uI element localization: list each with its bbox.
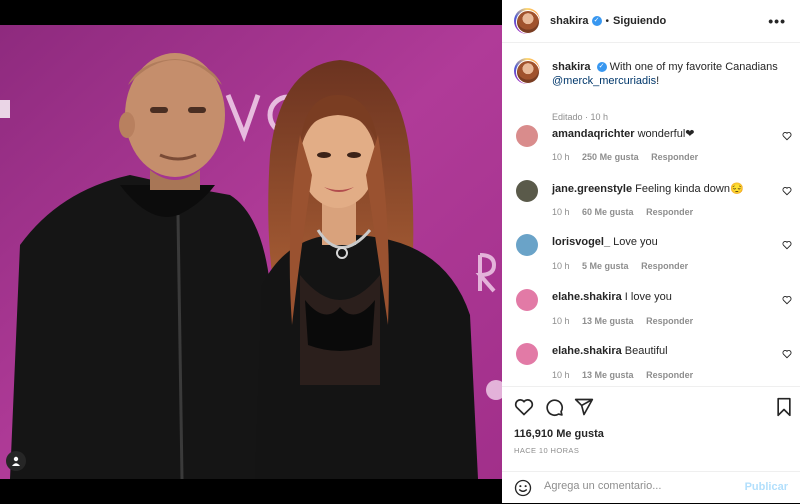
comment-text: Beautiful <box>624 345 668 357</box>
comment-username[interactable]: elahe.shakira <box>552 291 622 303</box>
heart-icon[interactable] <box>514 397 534 417</box>
comment-meta: 10 h 60 Me gusta Responder <box>552 207 703 217</box>
caption-mention-link[interactable]: @merck_mercuriadis <box>552 75 656 87</box>
comment-body: elahe.shakira Beautiful <box>552 345 772 357</box>
caption-body: With one of my favorite Canadians <box>609 61 778 73</box>
comment-username[interactable]: lorisvogel_ <box>552 236 610 248</box>
comment-username[interactable]: elahe.shakira <box>552 345 622 357</box>
post-media <box>0 0 502 503</box>
emoji-icon[interactable] <box>514 479 532 497</box>
reply-button[interactable]: Responder <box>646 316 693 326</box>
publish-button[interactable]: Publicar <box>745 481 788 493</box>
post-header: shakira ✓ • Siguiendo ••• <box>502 0 800 43</box>
heart-icon[interactable] <box>782 349 792 359</box>
comment-meta: 10 h 13 Me gusta Responder <box>552 370 703 380</box>
comment-meta: 10 h 5 Me gusta Responder <box>552 261 698 271</box>
comment-body: lorisvogel_ Love you <box>552 236 772 248</box>
comment-icon[interactable] <box>544 397 564 417</box>
comment-body: jane.greenstyle Feeling kinda down😔 <box>552 182 772 195</box>
caption-avatar[interactable] <box>514 58 540 84</box>
comment-avatar[interactable] <box>516 180 538 202</box>
tag-user-icon <box>12 456 20 466</box>
caption-suffix: ! <box>656 75 660 87</box>
comment-item: jane.greenstyle Feeling kinda down😔 10 h… <box>514 180 798 228</box>
comment-likes[interactable]: 13 Me gusta <box>582 370 634 380</box>
comment-likes[interactable]: 60 Me gusta <box>582 207 634 217</box>
comment-time: 10 h <box>552 316 570 326</box>
post-sidebar: shakira ✓ • Siguiendo ••• shakira ✓ With… <box>502 0 800 503</box>
action-icons-row <box>514 397 794 417</box>
comment-body: amandaqrichter wonderful❤ <box>552 127 772 140</box>
comment-input[interactable] <box>544 480 734 492</box>
photo-illustration <box>0 25 502 479</box>
comments-feed[interactable]: shakira ✓ With one of my favorite Canadi… <box>502 44 800 386</box>
verified-icon: ✓ <box>596 62 607 73</box>
comment-text: wonderful❤ <box>637 128 695 140</box>
post-actions: 116,910 Me gusta HACE 10 HORAS Publicar <box>502 386 800 503</box>
reply-button[interactable]: Responder <box>651 152 698 162</box>
comment-time: 10 h <box>552 207 570 217</box>
follow-status-button[interactable]: Siguiendo <box>613 15 666 27</box>
tag-user-button[interactable] <box>6 451 26 471</box>
comment-item: amandaqrichter wonderful❤ 10 h 250 Me gu… <box>514 125 798 173</box>
comment-text: Love you <box>613 236 658 248</box>
comment-item: elahe.shakira I love you 10 h 13 Me gust… <box>514 289 798 337</box>
comment-likes[interactable]: 5 Me gusta <box>582 261 629 271</box>
author-avatar[interactable] <box>514 8 540 34</box>
heart-icon[interactable] <box>782 131 792 141</box>
comment-likes[interactable]: 13 Me gusta <box>582 316 634 326</box>
comment-item: elahe.shakira Beautiful 10 h 13 Me gusta… <box>514 343 798 386</box>
verified-icon: ✓ <box>591 16 602 26</box>
reply-button[interactable]: Responder <box>641 261 688 271</box>
post-timestamp[interactable]: HACE 10 HORAS <box>514 446 579 455</box>
comment-likes[interactable]: 250 Me gusta <box>582 152 639 162</box>
caption-meta: Editado · 10 h <box>552 112 609 122</box>
bookmark-icon[interactable] <box>774 397 794 417</box>
comment-avatar[interactable] <box>516 343 538 365</box>
reply-button[interactable]: Responder <box>646 370 693 380</box>
comment-avatar[interactable] <box>516 125 538 147</box>
comment-username[interactable]: jane.greenstyle <box>552 183 632 195</box>
heart-icon[interactable] <box>782 240 792 250</box>
reply-button[interactable]: Responder <box>646 207 693 217</box>
comment-text: I love you <box>624 291 672 303</box>
comment-meta: 10 h 250 Me gusta Responder <box>552 152 708 162</box>
header-separator: • <box>605 15 610 27</box>
comment-text: Feeling kinda down😔 <box>635 183 744 195</box>
likes-count[interactable]: 116,910 Me gusta <box>514 428 604 440</box>
comment-body: elahe.shakira I love you <box>552 291 772 303</box>
share-icon[interactable] <box>574 397 594 417</box>
comment-item: lorisvogel_ Love you 10 h 5 Me gusta Res… <box>514 234 798 282</box>
comment-meta: 10 h 13 Me gusta Responder <box>552 316 703 326</box>
caption-text: shakira ✓ With one of my favorite Canadi… <box>552 60 792 88</box>
comment-avatar[interactable] <box>516 289 538 311</box>
heart-icon[interactable] <box>782 295 792 305</box>
author-username[interactable]: shakira <box>550 15 589 27</box>
heart-icon[interactable] <box>782 186 792 196</box>
instagram-post-dialog: shakira ✓ • Siguiendo ••• shakira ✓ With… <box>0 0 800 503</box>
comment-avatar[interactable] <box>516 234 538 256</box>
comment-time: 10 h <box>552 152 570 162</box>
comment-time: 10 h <box>552 370 570 380</box>
comment-username[interactable]: amandaqrichter <box>552 128 635 140</box>
caption-username[interactable]: shakira <box>552 61 591 73</box>
comment-time: 10 h <box>552 261 570 271</box>
add-comment-row: Publicar <box>502 471 800 504</box>
post-photo[interactable] <box>0 25 502 479</box>
more-options-icon[interactable]: ••• <box>768 13 786 29</box>
